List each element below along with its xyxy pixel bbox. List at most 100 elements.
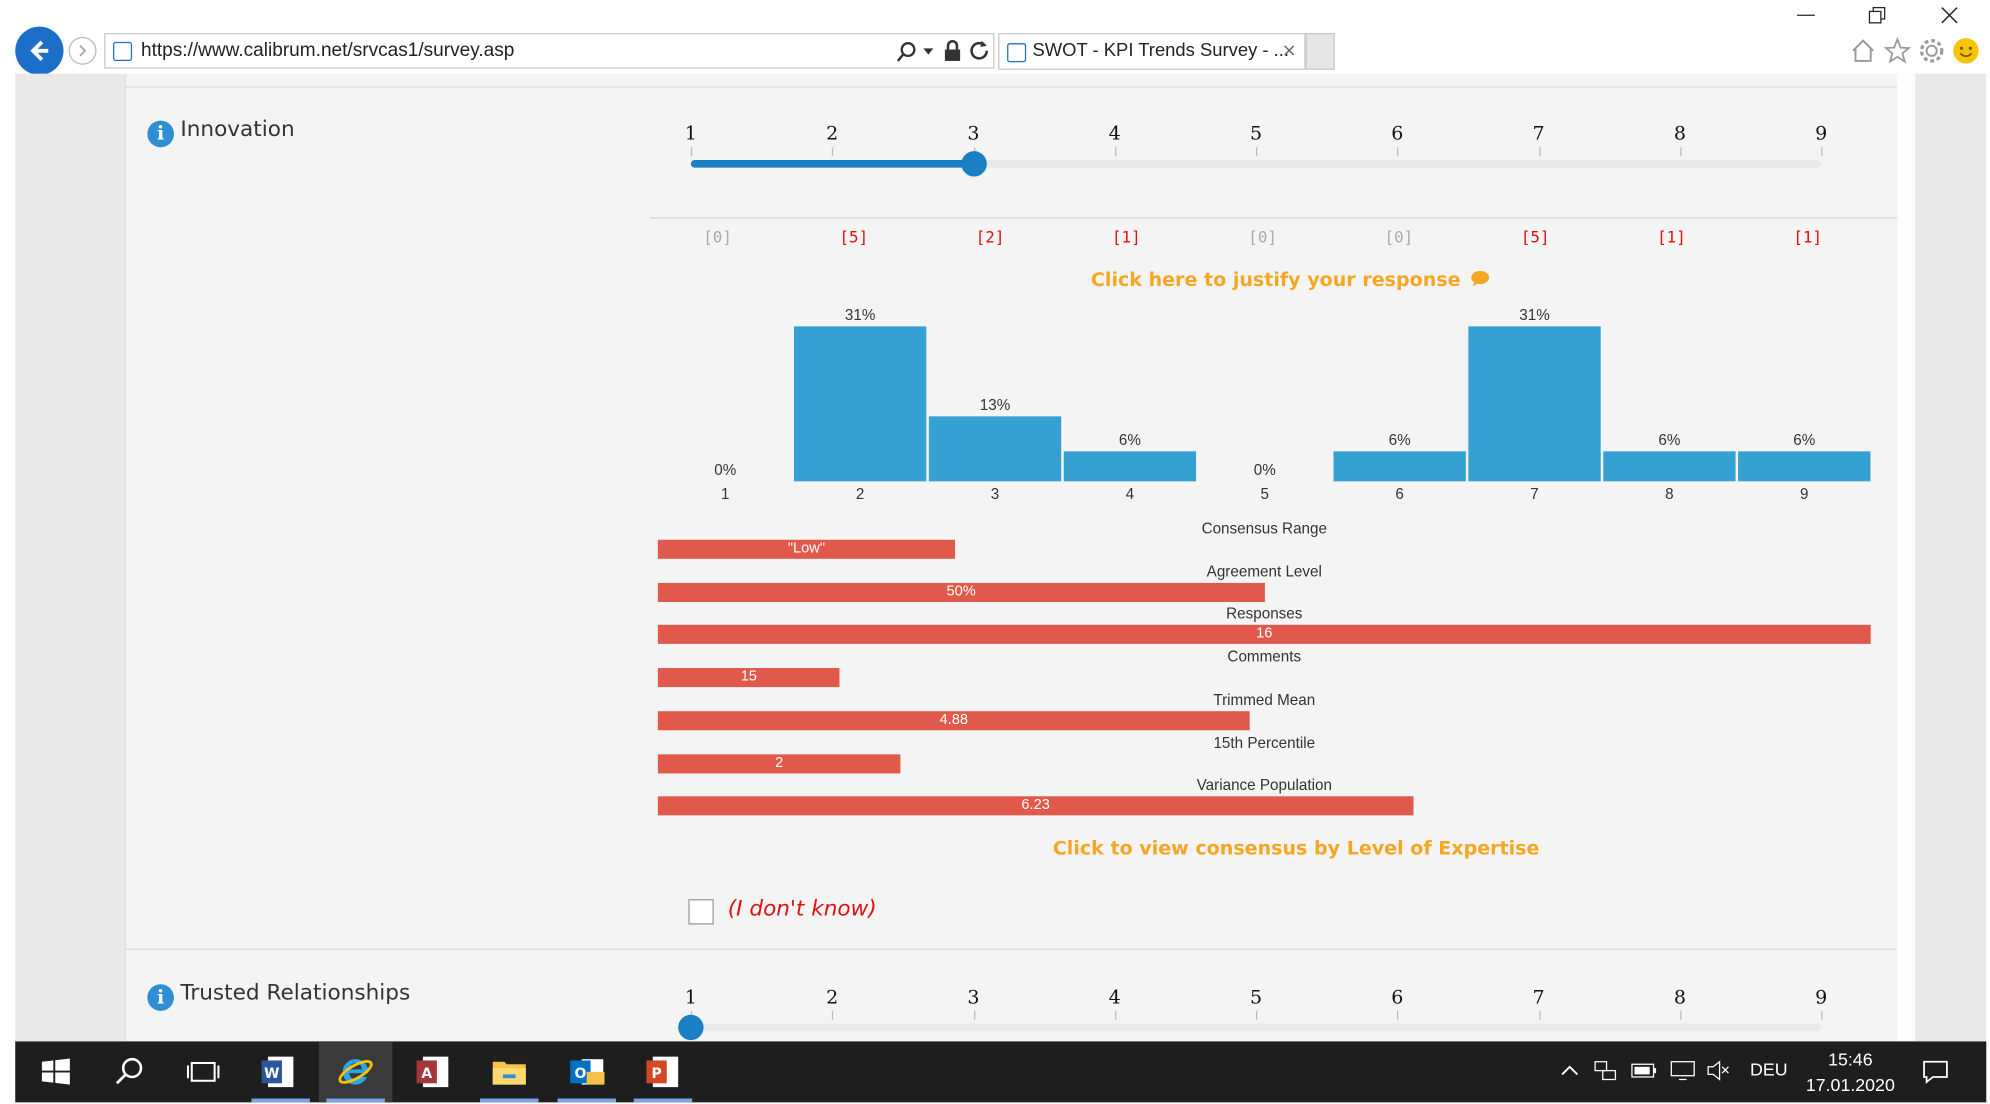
lock-icon[interactable] <box>944 39 962 62</box>
scale-label[interactable]: 3 <box>961 986 986 1009</box>
restore-icon[interactable] <box>1867 5 1887 25</box>
home-icon[interactable] <box>1849 37 1877 65</box>
internet-explorer-icon[interactable] <box>335 1052 376 1093</box>
bar-category-label: 4 <box>1126 486 1135 503</box>
dont-know-checkbox[interactable] <box>688 899 714 925</box>
word-app-icon[interactable]: W <box>258 1052 299 1093</box>
browser-tab[interactable]: SWOT - KPI Trends Survey - ... × <box>998 33 1306 70</box>
dropdown-caret-icon[interactable] <box>923 48 934 56</box>
forward-arrow-icon <box>79 45 87 57</box>
slider-thumb[interactable] <box>678 1014 704 1041</box>
scale-label[interactable]: 1 <box>678 986 703 1009</box>
volume-muted-icon[interactable] <box>1704 1058 1732 1083</box>
back-button[interactable] <box>15 26 64 75</box>
divider-question <box>124 948 1898 950</box>
scale-label[interactable]: 1 <box>678 122 703 145</box>
browser-chrome: https://www.calibrum.net/srvcas1/survey.… <box>0 0 1990 75</box>
site-favicon-icon <box>113 41 133 61</box>
display-icon[interactable] <box>1669 1058 1697 1083</box>
scale-label[interactable]: 6 <box>1385 122 1410 145</box>
scale-label[interactable]: 8 <box>1667 122 1692 145</box>
forward-button[interactable] <box>68 36 97 65</box>
task-view-icon[interactable] <box>183 1052 224 1093</box>
close-icon[interactable] <box>1939 5 1959 25</box>
bar-value-label: 6% <box>1658 432 1680 449</box>
response-count: [5] <box>1520 227 1550 247</box>
svg-text:A: A <box>421 1066 432 1082</box>
scale-label[interactable]: 9 <box>1808 122 1833 145</box>
scale-label[interactable]: 5 <box>1243 122 1268 145</box>
stat-value: 4.88 <box>939 712 968 728</box>
refresh-icon[interactable] <box>969 39 991 62</box>
stat-label: Variance Population <box>1196 776 1332 794</box>
show-hidden-icons-chevron-icon[interactable] <box>1560 1062 1580 1080</box>
panel-left-border <box>124 73 126 1042</box>
taskbar-clock[interactable]: 15:46 17.01.2020 <box>1806 1046 1895 1097</box>
stat-bar: 4.88 <box>657 710 1250 730</box>
stat-label: Agreement Level <box>1206 562 1322 580</box>
access-app-icon[interactable]: A <box>413 1052 454 1093</box>
expertise-consensus-link[interactable]: Click to view consensus by Level of Expe… <box>1053 837 1540 860</box>
search-icon[interactable] <box>895 41 918 64</box>
input-language[interactable]: DEU <box>1750 1059 1788 1079</box>
new-tab-button[interactable] <box>1305 33 1335 70</box>
powerpoint-app-icon[interactable]: P <box>643 1052 684 1093</box>
response-count: [5] <box>839 227 869 247</box>
justify-response-link[interactable]: Click here to justify your response <box>1091 268 1490 291</box>
distribution-bar <box>1738 451 1871 482</box>
scale-tick-mark <box>1256 147 1258 157</box>
info-icon[interactable]: i <box>147 120 174 148</box>
word-running-indicator <box>251 1098 310 1103</box>
outlook-app-icon[interactable]: O <box>566 1052 607 1093</box>
minimize-icon[interactable] <box>1796 6 1816 24</box>
scale-label[interactable]: 6 <box>1385 986 1410 1009</box>
scale-label[interactable]: 7 <box>1526 986 1551 1009</box>
scale-label[interactable]: 3 <box>961 122 986 145</box>
scale-tick-mark <box>1679 147 1682 157</box>
comment-bubble-icon[interactable] <box>1471 270 1490 288</box>
stat-bar: 15 <box>657 668 840 688</box>
action-center-icon[interactable] <box>1920 1058 1950 1086</box>
distribution-bar <box>1063 451 1197 482</box>
slider-thumb[interactable] <box>960 151 987 177</box>
bar-value-label: 31% <box>845 307 876 324</box>
scale-tick-mark <box>1538 147 1540 157</box>
search-taskbar-icon[interactable] <box>109 1052 150 1093</box>
scale-label[interactable]: 4 <box>1102 122 1127 145</box>
bar-value-label: 6% <box>1119 432 1141 449</box>
slider-track[interactable] <box>690 1023 1822 1032</box>
dont-know-label[interactable]: (I don't know) <box>728 897 877 922</box>
svg-text:P: P <box>651 1066 661 1082</box>
response-count: [0] <box>1248 227 1277 247</box>
distribution-bar <box>1603 451 1736 482</box>
info-icon[interactable]: i <box>147 984 174 1011</box>
scale-label[interactable]: 9 <box>1808 986 1833 1009</box>
stat-label: Responses <box>1226 605 1303 623</box>
scale-tick-mark <box>1114 1010 1117 1020</box>
tab-close-icon[interactable]: × <box>1282 41 1297 61</box>
distribution-bar <box>794 326 927 482</box>
justify-link-text[interactable]: Click here to justify your response <box>1091 268 1461 291</box>
address-url[interactable]: https://www.calibrum.net/srvcas1/survey.… <box>141 39 514 61</box>
stat-value: 2 <box>775 755 784 771</box>
file-explorer-icon[interactable] <box>489 1052 530 1093</box>
scale-label[interactable]: 4 <box>1102 986 1127 1009</box>
settings-gear-icon[interactable] <box>1918 37 1946 65</box>
scale-tick-mark <box>1821 1010 1823 1020</box>
scale-label[interactable]: 2 <box>819 986 844 1009</box>
scale-label[interactable]: 5 <box>1243 986 1268 1009</box>
network-icon[interactable] <box>1593 1058 1618 1083</box>
scale-label[interactable]: 2 <box>819 122 844 145</box>
outlook-running-indicator <box>557 1098 616 1103</box>
smiley-feedback-icon[interactable] <box>1952 37 1980 65</box>
windows-start-icon[interactable] <box>36 1052 77 1093</box>
response-count: [0] <box>703 227 732 247</box>
divider-counts <box>650 217 1898 219</box>
address-bar[interactable]: https://www.calibrum.net/srvcas1/survey.… <box>104 33 995 69</box>
clock-time: 15:46 <box>1828 1049 1873 1070</box>
battery-icon[interactable] <box>1631 1060 1659 1080</box>
favorites-star-icon[interactable] <box>1883 36 1912 65</box>
bar-category-label: 9 <box>1800 486 1808 503</box>
scale-label[interactable]: 8 <box>1667 986 1692 1009</box>
scale-label[interactable]: 7 <box>1526 122 1551 145</box>
